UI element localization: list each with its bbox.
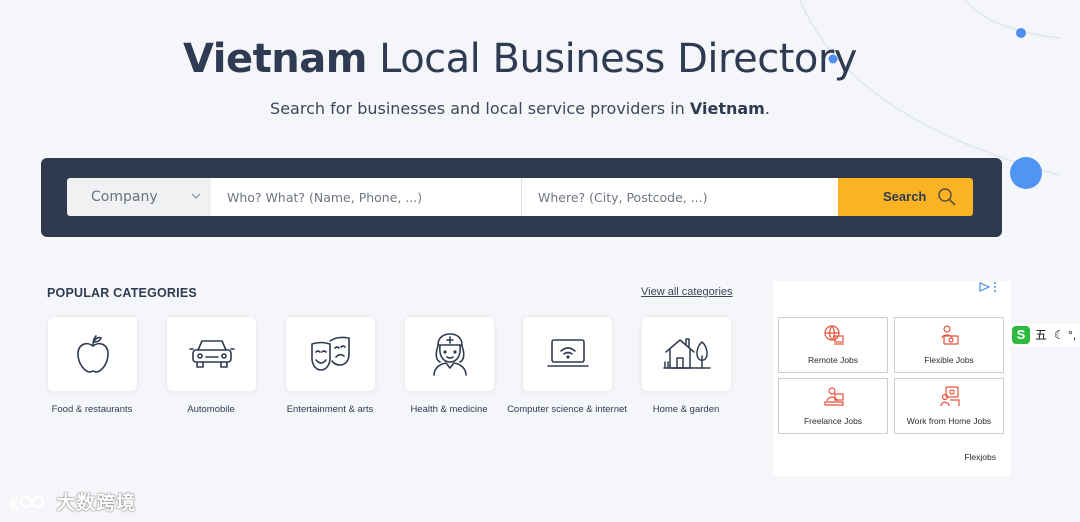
- category-food[interactable]: Food & restaurants: [47, 316, 138, 416]
- category-label: Entertainment & arts: [286, 404, 374, 415]
- category-automobile[interactable]: Automobile: [166, 316, 257, 416]
- ad-tile-label: Work from Home Jobs: [906, 416, 992, 426]
- where-search-input[interactable]: [522, 178, 838, 216]
- view-all-categories-link[interactable]: View all categories: [641, 286, 733, 298]
- subtitle-period: .: [764, 99, 770, 118]
- category-label: Computer science & internet: [507, 404, 627, 415]
- page-subtitle: Search for businesses and local service …: [0, 99, 1040, 118]
- category-label: Health & medicine: [410, 404, 488, 415]
- laptop-wifi-icon: [546, 339, 589, 367]
- title-country: Vietnam: [183, 36, 367, 82]
- apple-icon: [76, 335, 109, 373]
- search-type-select[interactable]: Company: [67, 178, 211, 216]
- ad-tile-label: Remote Jobs: [807, 355, 859, 365]
- subtitle-text: Search for businesses and local service …: [270, 99, 690, 118]
- deco-dot-large: [1010, 157, 1042, 189]
- person-clock-icon: [941, 325, 959, 345]
- ad-tile-remote-jobs[interactable]: Remote Jobs: [778, 317, 888, 373]
- chevron-down-icon: [191, 193, 201, 199]
- search-bar: Company Search: [41, 158, 1002, 237]
- nurse-icon: [432, 333, 467, 376]
- category-card[interactable]: [166, 316, 257, 392]
- ad-tile-freelance-jobs[interactable]: Freelance Jobs: [778, 378, 888, 434]
- category-computer[interactable]: Computer science & internet: [507, 316, 627, 416]
- category-label: Automobile: [187, 404, 235, 415]
- search-button-label: Search: [883, 189, 927, 204]
- category-home[interactable]: Home & garden: [641, 316, 732, 416]
- adchoices-icon[interactable]: [978, 281, 1000, 293]
- what-search-input[interactable]: [211, 178, 522, 216]
- category-card[interactable]: [641, 316, 732, 392]
- ad-panel[interactable]: Remote Jobs Flexible Jobs Freelance Jobs…: [773, 281, 1010, 476]
- popular-categories-heading: POPULAR CATEGORIES: [47, 286, 197, 300]
- car-icon: [188, 340, 235, 368]
- ime-punct: °,: [1068, 328, 1077, 342]
- house-tree-icon: [662, 338, 711, 369]
- category-label: Food & restaurants: [51, 404, 133, 415]
- search-type-value: Company: [91, 189, 158, 205]
- moon-icon: ☾: [1054, 328, 1065, 342]
- category-label: Home & garden: [652, 404, 720, 415]
- sogou-s-icon: S: [1012, 326, 1030, 344]
- category-health[interactable]: Health & medicine: [404, 316, 495, 416]
- watermark-text: 大数跨境: [56, 493, 137, 514]
- watermark-logo-icon: [11, 495, 44, 512]
- theater-masks-icon: [310, 336, 350, 371]
- ad-tile-work-from-home-jobs[interactable]: Work from Home Jobs: [894, 378, 1004, 434]
- category-card[interactable]: [285, 316, 376, 392]
- ime-mode-label: 五: [1035, 328, 1048, 342]
- category-entertainment[interactable]: Entertainment & arts: [285, 316, 376, 416]
- ad-tile-label: Flexible Jobs: [924, 355, 974, 365]
- home-office-icon: [940, 386, 960, 407]
- globe-laptop-icon: [824, 325, 844, 345]
- watermark: 大数跨境: [8, 488, 136, 515]
- ad-tile-flexible-jobs[interactable]: Flexible Jobs: [894, 317, 1004, 373]
- ad-brand: Flexjobs: [964, 452, 996, 462]
- subtitle-country: Vietnam: [689, 99, 765, 118]
- page-title: Vietnam Local Business Directory: [0, 36, 1040, 82]
- title-rest: Local Business Directory: [366, 36, 857, 82]
- ime-toolbar[interactable]: S 五 ☾ °,: [1010, 324, 1080, 346]
- person-desk-icon: [824, 387, 844, 406]
- category-card[interactable]: [404, 316, 495, 392]
- search-icon: [938, 188, 956, 206]
- category-card[interactable]: [522, 316, 613, 392]
- search-button[interactable]: Search: [838, 178, 973, 216]
- category-card[interactable]: [47, 316, 138, 392]
- ad-tile-label: Freelance Jobs: [803, 416, 863, 426]
